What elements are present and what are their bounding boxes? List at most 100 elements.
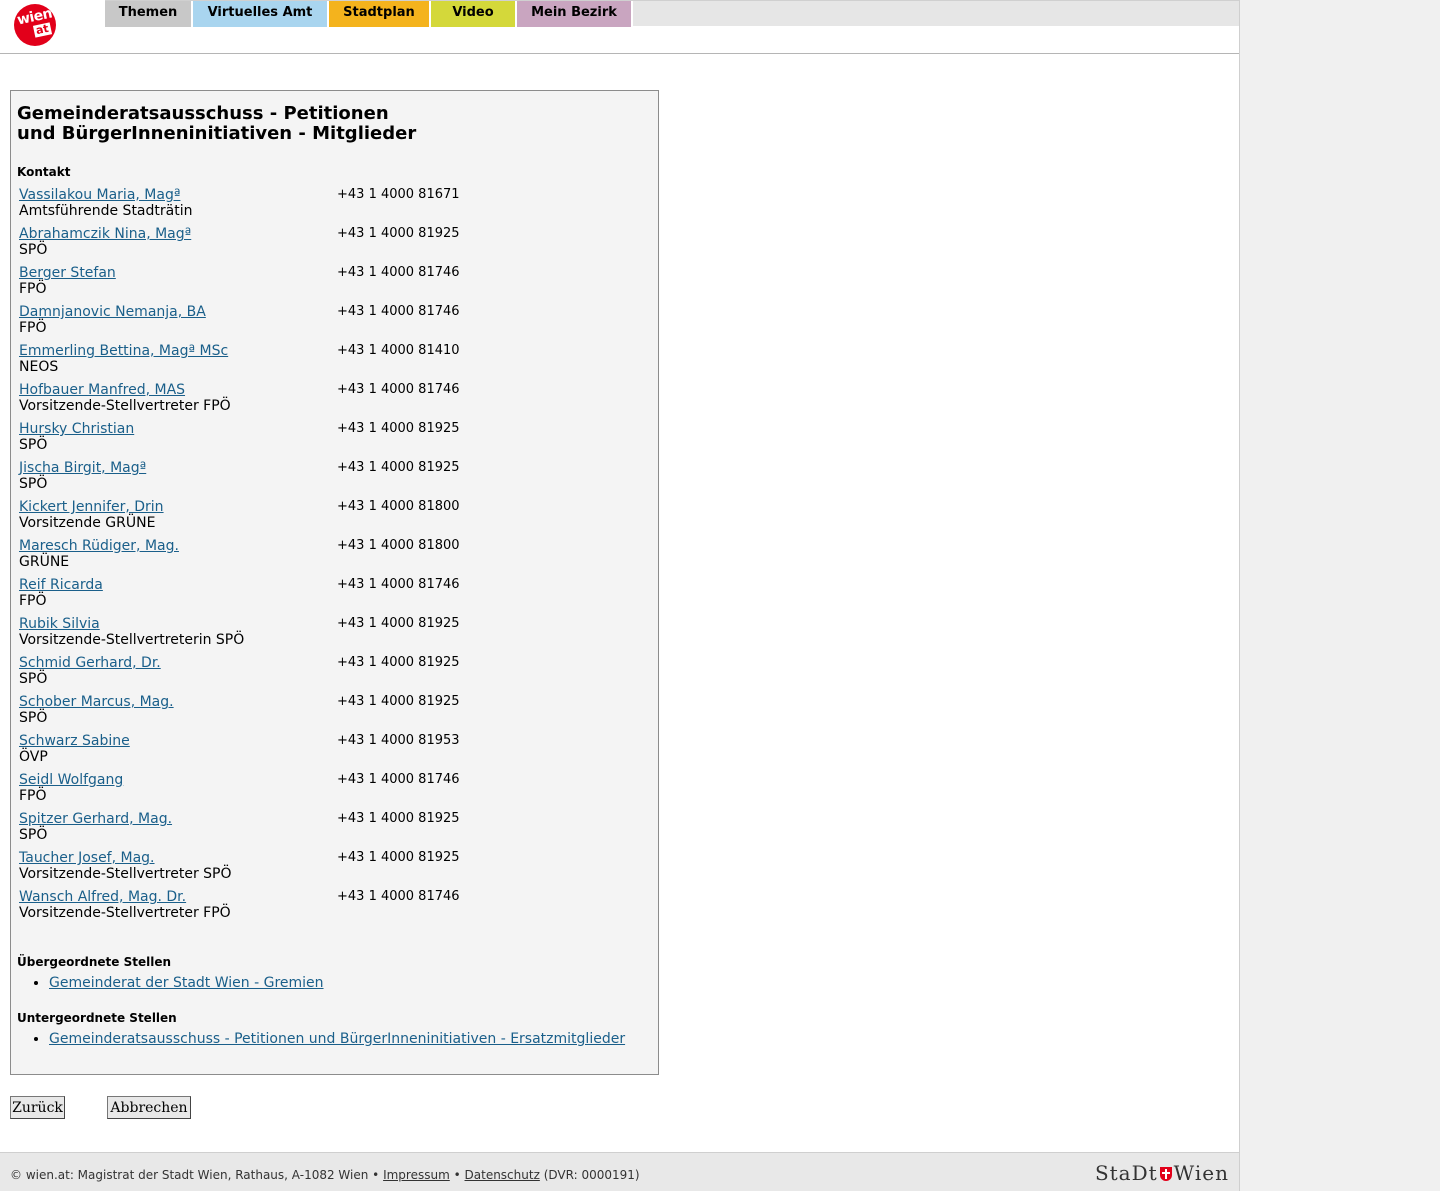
member-phone: +43 1 4000 81925 (337, 616, 460, 631)
member-row: Taucher Josef, Mag. Vorsitzende-Stellvert… (19, 850, 639, 886)
parent-units-list: Gemeinderat der Stadt Wien - Gremien (49, 975, 324, 991)
member-row: Damnjanovic Nemanja, BA FPÖ +43 1 4000 817… (19, 304, 639, 340)
member-role: FPÖ (19, 593, 47, 609)
right-margin (1239, 0, 1440, 1191)
member-name-link[interactable]: Schmid Gerhard, Dr. (19, 655, 161, 671)
footer-dvr: (DVR: 0000191) (543, 1168, 640, 1182)
member-phone: +43 1 4000 81925 (337, 850, 460, 865)
member-name-link[interactable]: Schober Marcus, Mag. (19, 694, 174, 710)
member-phone: +43 1 4000 81746 (337, 265, 460, 280)
member-phone: +43 1 4000 81746 (337, 577, 460, 592)
member-name-link[interactable]: Emmerling Bettina, Magª MSc (19, 343, 228, 359)
member-phone: +43 1 4000 81800 (337, 538, 460, 553)
parent-unit-link[interactable]: Gemeinderat der Stadt Wien - Gremien (49, 975, 324, 991)
datenschutz-link[interactable]: Datenschutz (465, 1168, 540, 1182)
nav-tab-mein-bezirk[interactable]: Mein Bezirk (517, 1, 633, 27)
site-footer: © wien.at: Magistrat der Stadt Wien, Rat… (0, 1152, 1239, 1191)
member-phone: +43 1 4000 81746 (337, 382, 460, 397)
member-role: SPÖ (19, 476, 48, 492)
member-row: Berger Stefan FPÖ +43 1 4000 81746 (19, 265, 639, 301)
member-row: Schmid Gerhard, Dr. SPÖ +43 1 4000 81925 (19, 655, 639, 691)
member-row: Reif Ricarda FPÖ +43 1 4000 81746 (19, 577, 639, 613)
member-phone: +43 1 4000 81746 (337, 889, 460, 904)
stadt-logo-left: StaDt (1094, 1161, 1158, 1185)
member-name-link[interactable]: Vassilakou Maria, Magª (19, 187, 180, 203)
member-role: SPÖ (19, 242, 48, 258)
back-button[interactable]: Zurück (10, 1096, 65, 1119)
footer-separator: • (453, 1168, 461, 1182)
member-role: SPÖ (19, 671, 48, 687)
member-role: SPÖ (19, 437, 48, 453)
cancel-button[interactable]: Abbrechen (107, 1096, 191, 1119)
member-row: Emmerling Bettina, Magª MSc NEOS +43 1 400… (19, 343, 639, 379)
member-role: Vorsitzende-Stellvertreter FPÖ (19, 905, 231, 921)
member-role: FPÖ (19, 320, 47, 336)
member-role: Vorsitzende GRÜNE (19, 515, 156, 531)
member-name-link[interactable]: Jischa Birgit, Magª (19, 460, 146, 476)
impressum-link[interactable]: Impressum (383, 1168, 450, 1182)
member-phone: +43 1 4000 81800 (337, 499, 460, 514)
member-role: Vorsitzende-Stellvertreter FPÖ (19, 398, 231, 414)
member-role: GRÜNE (19, 554, 70, 570)
member-name-link[interactable]: Spitzer Gerhard, Mag. (19, 811, 172, 827)
member-row: Hofbauer Manfred, MAS Vorsitzende-Stellve… (19, 382, 639, 418)
member-row: Schober Marcus, Mag. SPÖ +43 1 4000 81925 (19, 694, 639, 730)
member-row: Kickert Jennifer, Drin Vorsitzende GRÜNE +… (19, 499, 639, 535)
member-name-link[interactable]: Damnjanovic Nemanja, BA (19, 304, 206, 320)
member-phone: +43 1 4000 81925 (337, 226, 460, 241)
member-phone: +43 1 4000 81671 (337, 187, 460, 202)
member-name-link[interactable]: Hursky Christian (19, 421, 134, 437)
footer-copyright: © wien.at: Magistrat der Stadt Wien, Rat… (10, 1168, 380, 1182)
member-role: Vorsitzende-Stellvertreter SPÖ (19, 866, 232, 882)
member-role: Vorsitzende-Stellvertreterin SPÖ (19, 632, 245, 648)
member-row: Jischa Birgit, Magª SPÖ +43 1 4000 81925 (19, 460, 639, 496)
member-name-link[interactable]: Hofbauer Manfred, MAS (19, 382, 185, 398)
stadt-wien-logo[interactable]: StaDt Wien (1095, 1161, 1229, 1185)
member-role: FPÖ (19, 281, 47, 297)
member-name-link[interactable]: Seidl Wolfgang (19, 772, 123, 788)
list-item: Gemeinderat der Stadt Wien - Gremien (49, 975, 324, 991)
member-row: Maresch Rüdiger, Mag. GRÜNE +43 1 4000 818… (19, 538, 639, 574)
nav-tab-themen[interactable]: Themen (105, 1, 193, 27)
child-unit-link[interactable]: Gemeinderatsausschuss - Petitionen und B… (49, 1031, 625, 1047)
member-name-link[interactable]: Reif Ricarda (19, 577, 103, 593)
member-phone: +43 1 4000 81925 (337, 811, 460, 826)
member-row: Vassilakou Maria, Magª Amtsführende Stadt… (19, 187, 639, 223)
member-phone: +43 1 4000 81410 (337, 343, 460, 358)
child-units-list: Gemeinderatsausschuss - Petitionen und B… (49, 1031, 625, 1047)
member-phone: +43 1 4000 81925 (337, 460, 460, 475)
member-row: Wansch Alfred, Mag. Dr. Vorsitzende-Stell… (19, 889, 639, 925)
nav-tab-stadtplan[interactable]: Stadtplan (329, 1, 431, 27)
member-row: Rubik Silvia Vorsitzende-Stellvertreterin… (19, 616, 639, 652)
wien-at-logo[interactable]: wien at (14, 4, 56, 46)
member-role: SPÖ (19, 827, 48, 843)
member-role: FPÖ (19, 788, 47, 804)
member-role: Amtsführende Stadträtin (19, 203, 193, 219)
nav-tab-virtuelles-amt[interactable]: Virtuelles Amt (193, 1, 329, 27)
member-phone: +43 1 4000 81925 (337, 655, 460, 670)
member-phone: +43 1 4000 81925 (337, 694, 460, 709)
child-units-heading: Untergeordnete Stellen (17, 1011, 177, 1025)
list-item: Gemeinderatsausschuss - Petitionen und B… (49, 1031, 625, 1047)
member-name-link[interactable]: Taucher Josef, Mag. (19, 850, 155, 866)
member-name-link[interactable]: Abrahamczik Nina, Magª (19, 226, 191, 242)
parent-units-heading: Übergeordnete Stellen (17, 955, 172, 969)
member-name-link[interactable]: Rubik Silvia (19, 616, 100, 632)
member-row: Hursky Christian SPÖ +43 1 4000 81925 (19, 421, 639, 457)
member-name-link[interactable]: Berger Stefan (19, 265, 116, 281)
member-name-link[interactable]: Kickert Jennifer, Drin (19, 499, 164, 515)
member-row: Spitzer Gerhard, Mag. SPÖ +43 1 4000 81925 (19, 811, 639, 847)
contact-heading: Kontakt (17, 165, 71, 179)
member-name-link[interactable]: Schwarz Sabine (19, 733, 130, 749)
member-role: ÖVP (19, 749, 48, 765)
site-header: wien at Themen Virtuelles Amt Stadtplan … (0, 0, 1239, 54)
footer-text: © wien.at: Magistrat der Stadt Wien, Rat… (10, 1168, 640, 1182)
member-phone: +43 1 4000 81925 (337, 421, 460, 436)
nav-tab-video[interactable]: Video (431, 1, 517, 27)
vienna-crest-icon (1159, 1167, 1172, 1181)
member-role: SPÖ (19, 710, 48, 726)
member-name-link[interactable]: Wansch Alfred, Mag. Dr. (19, 889, 186, 905)
member-row: Abrahamczik Nina, Magª SPÖ +43 1 4000 8192… (19, 226, 639, 262)
member-name-link[interactable]: Maresch Rüdiger, Mag. (19, 538, 179, 554)
member-row: Seidl Wolfgang FPÖ +43 1 4000 81746 (19, 772, 639, 808)
